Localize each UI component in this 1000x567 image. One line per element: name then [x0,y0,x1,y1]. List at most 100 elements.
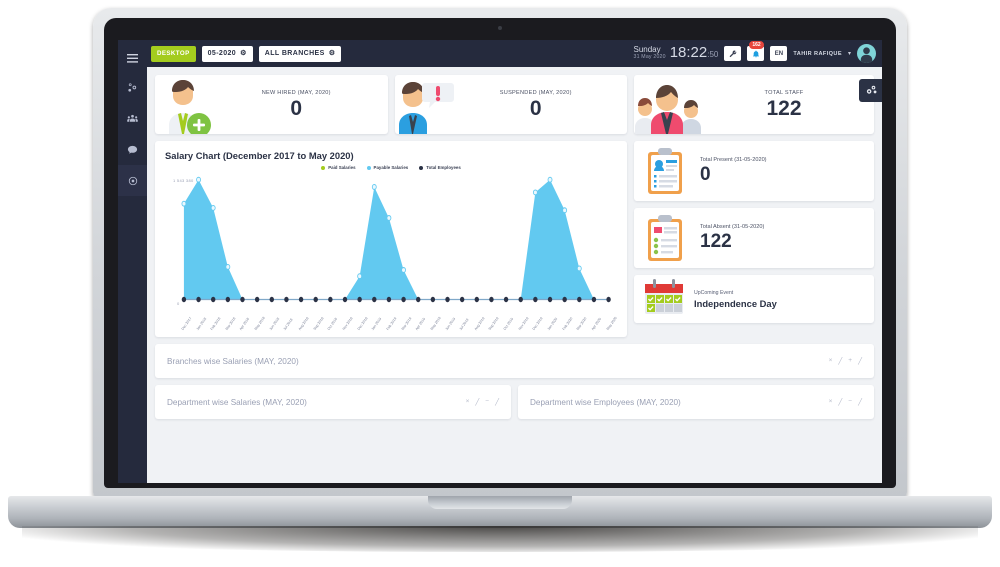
stat-text: SUSPENDED (MAY, 2020) 0 [457,90,628,120]
panel-expand-icon[interactable]: ╱ [495,398,499,406]
legend-item-employees[interactable]: Total Employees [419,165,461,170]
card-label: Total Present (31-05-2020) [700,157,767,163]
chart-point-total-employees [357,296,362,303]
event-name: Independence Day [694,297,777,309]
panel-expand-icon[interactable]: ╱ [858,357,862,365]
sidebar-item-employees[interactable] [118,103,147,134]
x-axis-tick-label: Mar 2018 [224,316,237,331]
panel-minimize-icon[interactable]: − [485,398,489,406]
chart-point-payable [547,176,553,183]
panel-close-icon[interactable]: × [829,398,833,406]
laptop-base-notch [428,496,572,509]
period-label: 05-2020 [207,50,237,57]
sidebar-item-messages[interactable] [118,134,147,165]
chart-row: Salary Chart (December 2017 to May 2020)… [155,141,874,337]
language-button[interactable]: EN [770,46,788,61]
x-axis-tick-label: Jun 2018 [268,316,281,331]
hamburger-menu-icon[interactable] [118,45,147,72]
hrm-dashboard-app: DESKTOP 05-2020 ⚙ ALL BRANCHES ⚙ Sunday [118,40,882,483]
panel-add-icon[interactable]: + [848,357,852,365]
chart-point-total-employees [284,296,289,303]
legend-dot-icon [419,165,424,170]
x-axis-tick-label: Apr 2020 [590,317,603,331]
dashboard-content: NEW HIRED (MAY, 2020) 0 SUSPENDED (MAY, … [147,67,882,483]
x-axis-tick-label: Dec 2017 [180,316,193,331]
notifications-button[interactable]: 162 [747,41,765,61]
chart-title: Salary Chart (December 2017 to May 2020) [165,150,354,161]
x-axis-tick-label: Sep 2018 [312,316,325,331]
clock-seconds: :50 [707,50,719,59]
branch-selector[interactable]: ALL BRANCHES ⚙ [258,45,342,62]
panel-edit-icon[interactable]: ╱ [475,398,479,406]
chart-point-total-employees [372,296,377,303]
x-axis-tick-label: May 2018 [253,316,266,331]
chart-point-total-employees [445,296,450,303]
sidebar-item-attendance[interactable] [118,165,147,196]
x-axis-tick-label: Nov 2019 [517,316,530,331]
legend-dot-icon [366,165,371,170]
screen: DESKTOP 05-2020 ⚙ ALL BRANCHES ⚙ Sunday [118,40,882,483]
chart-point-total-employees [547,296,553,303]
legend-item-paid[interactable]: Paid Salaries [321,165,356,170]
panel-actions: × ╱ − ╱ [829,398,862,406]
panel-title: Branches wise Salaries (MAY, 2020) [167,356,299,366]
stat-card-suspended: SUSPENDED (MAY, 2020) 0 [394,75,628,134]
panel-actions: × ╱ + ╱ [829,357,862,365]
main-area: DESKTOP 05-2020 ⚙ ALL BRANCHES ⚙ Sunday [147,40,882,483]
panel-close-icon[interactable]: × [466,398,470,406]
legend-label: Total Employees [426,165,461,170]
panel-edit-icon[interactable]: ╱ [838,398,842,406]
gear-icon[interactable]: ⚙ [240,50,247,57]
x-axis-tick-label: Mar 2019 [400,316,413,331]
card-text: Total Present (31-05-2020) 0 [694,157,767,185]
sidebar-item-settings[interactable] [118,72,147,103]
panel-department-wise-employees: Department wise Employees (MAY, 2020) × … [518,385,874,419]
chart-point-payable [196,176,201,183]
topbar-right: Sunday 31 May 2020 18:22:50 162 EN TAHIR… [634,41,876,63]
card-total-absent: Total Absent (31-05-2020) 122 [634,208,874,268]
chart-point-total-employees [459,296,465,303]
x-axis-tick-label: Sep 2019 [488,316,501,331]
tools-button[interactable] [724,46,742,61]
x-axis-tick-label: Dec 2018 [356,316,369,331]
stat-value: 0 [529,96,542,120]
panel-branches-wise-salaries: Branches wise Salaries (MAY, 2020) × ╱ +… [155,344,874,378]
bottom-panels-row: Department wise Salaries (MAY, 2020) × ╱… [155,385,874,419]
clipboard-absent-icon [640,214,694,262]
period-selector[interactable]: 05-2020 ⚙ [201,45,253,62]
desktop-badge-label: DESKTOP [157,50,190,57]
stat-label: NEW HIRED (MAY, 2020) [261,89,331,96]
user-name[interactable]: TAHIR RAFIQUE [793,51,842,57]
chevron-down-icon[interactable]: ▾ [848,50,851,57]
stat-value: 0 [290,96,303,120]
chart-point-payable [401,267,407,273]
avatar[interactable] [857,44,876,63]
staff-group-icon [634,75,706,134]
x-axis-tick-label: Feb 2018 [209,316,222,331]
chart-point-total-employees [181,296,187,303]
laptop-mockup: DESKTOP 05-2020 ⚙ ALL BRANCHES ⚙ Sunday [0,0,1000,567]
panel-title: Department wise Employees (MAY, 2020) [530,397,681,407]
x-axis-tick-label: Aug 2019 [473,316,486,331]
panel-close-icon[interactable]: × [829,357,833,365]
chart-point-total-employees [562,296,567,303]
x-axis-tick-label: Feb 2020 [561,316,574,331]
gears-settings-icon[interactable] [859,79,882,102]
legend-item-payable[interactable]: Payable Salaries [366,165,409,170]
x-axis-tick-label: Mar 2020 [576,316,588,331]
x-axis-labels: Dec 2017 Jan 2018 Feb 2018 Mar 2018 Apr 2018… [165,307,618,333]
gear-icon[interactable]: ⚙ [329,50,336,57]
chart-point-total-employees [386,296,392,303]
card-upcoming-event: UpComing Event Independence Day [634,275,874,323]
chart-point-total-employees [342,296,348,303]
legend-label: Payable Salaries [373,165,409,170]
chart-point-total-employees [503,296,509,303]
x-axis-tick-label: Oct 2019 [502,317,515,331]
panel-edit-icon[interactable]: ╱ [838,357,842,365]
chart-point-total-employees [518,296,523,303]
panel-minimize-icon[interactable]: − [848,398,852,406]
panel-expand-icon[interactable]: ╱ [858,398,862,406]
panel-department-wise-salaries: Department wise Salaries (MAY, 2020) × ╱… [155,385,511,419]
chart-point-total-employees [401,296,406,303]
desktop-badge[interactable]: DESKTOP [151,45,196,62]
